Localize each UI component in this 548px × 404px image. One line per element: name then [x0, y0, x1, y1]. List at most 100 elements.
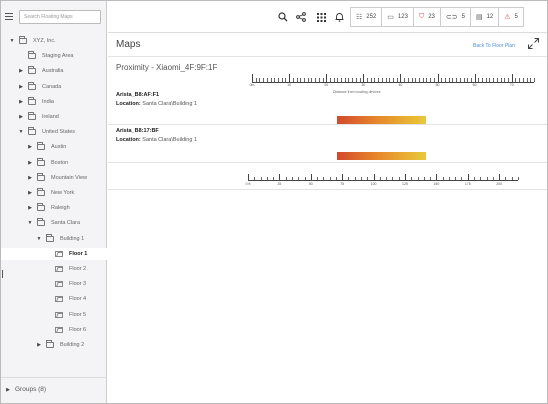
tree-item-folder[interactable]: ▼ XYZ, Inc.: [1, 35, 107, 47]
chevron-down-icon[interactable]: ▼: [36, 236, 42, 242]
tree-item-folder[interactable]: ▶ Australia: [1, 65, 107, 77]
share-icon[interactable]: [296, 12, 306, 22]
tree-item-folder[interactable]: ▼ Building 1: [1, 233, 107, 245]
ruler-minor-tick: [430, 177, 432, 180]
ruler-major-tick: [404, 174, 406, 180]
chevron-right-icon[interactable]: ▶: [27, 144, 33, 150]
tree-item-folder[interactable]: Staging Area: [1, 50, 107, 62]
status-counter[interactable]: ⚠ 5: [499, 8, 523, 26]
tree-item-folder[interactable]: ▶ New York: [1, 187, 107, 199]
tree-item-label: Floor 6: [69, 326, 87, 333]
tree-item-label: Building 2: [60, 342, 85, 348]
tree-item-floor[interactable]: Floor 2: [1, 263, 107, 275]
chevron-right-icon[interactable]: ▶: [27, 190, 33, 196]
ruler-major-tick: [511, 74, 513, 82]
chevron-right-icon[interactable]: ▶: [18, 68, 24, 74]
ruler-minor-tick: [381, 78, 383, 82]
tree-item-floor[interactable]: Floor 3: [1, 278, 107, 290]
search-input[interactable]: Search Floating Maps: [19, 10, 101, 24]
folder-icon: [28, 51, 36, 60]
ruler-minor-tick: [359, 78, 361, 82]
chevron-down-icon[interactable]: ▼: [9, 38, 15, 44]
ruler-tick-label: 50: [435, 83, 440, 87]
groups-section[interactable]: ▶ Groups (8): [1, 377, 107, 401]
search-icon[interactable]: [278, 12, 288, 22]
device-entry: Arista_B8:17:BF Location: Santa Clara\Bu…: [116, 128, 197, 143]
ruler-minor-tick: [444, 78, 446, 82]
tree-item-folder[interactable]: ▶ Ireland: [1, 111, 107, 123]
status-counter[interactable]: ▭ 123: [382, 8, 414, 26]
ruler-minor-tick: [348, 177, 350, 180]
hamburger-menu-icon[interactable]: [5, 13, 13, 21]
tree-item-folder[interactable]: ▶ Boston: [1, 157, 107, 169]
tree-item-label: Austin: [51, 144, 67, 151]
tree-item-folder[interactable]: ▶ Mountain View: [1, 172, 107, 184]
chevron-right-icon[interactable]: ▶: [18, 99, 24, 105]
tree-item-label: Raleigh: [51, 205, 70, 212]
ruler-minor-tick: [285, 78, 287, 82]
tree-item-folder[interactable]: ▶ Raleigh: [1, 202, 107, 214]
ruler-minor-tick: [518, 177, 519, 180]
tree-item-floor[interactable]: Floor 1: [1, 247, 107, 260]
ruler-minor-tick: [348, 78, 350, 82]
main-content: Maps Back To Floor Plan Proximity - Xiao…: [108, 34, 547, 403]
back-to-floor-plan-link[interactable]: Back To Floor Plan: [473, 43, 515, 49]
ruler-minor-tick: [318, 78, 320, 82]
ruler-tick-label: 0 ft: [245, 182, 251, 186]
ruler-minor-tick: [505, 177, 507, 180]
tree-item-folder[interactable]: ▼ United States: [1, 126, 107, 138]
status-counter[interactable]: ▤ 12: [471, 8, 500, 26]
chevron-right-icon[interactable]: ▶: [36, 342, 42, 348]
expand-icon[interactable]: [528, 38, 539, 52]
chevron-right-icon[interactable]: ▶: [27, 160, 33, 166]
tree-item-label: Floor 3: [69, 281, 87, 288]
tree-item-folder[interactable]: ▶ India: [1, 96, 107, 108]
ruler-major-tick: [342, 174, 344, 180]
ruler-minor-tick: [333, 78, 335, 82]
floor-map-icon: [55, 250, 63, 257]
ruler-line: [252, 82, 534, 83]
ruler-minor-tick: [370, 78, 372, 82]
notification-bell-icon[interactable]: [334, 12, 344, 22]
ruler-minor-tick: [385, 78, 387, 82]
status-counter[interactable]: ⊂⊃ 5: [441, 8, 471, 26]
tree-item-folder[interactable]: ▶ Canada: [1, 81, 107, 93]
chevron-right-icon[interactable]: ▶: [27, 175, 33, 181]
status-count: 23: [428, 14, 435, 20]
apps-grid-icon[interactable]: [316, 12, 326, 22]
status-counter[interactable]: ☷ 252: [351, 8, 383, 26]
ruler-minor-tick: [296, 78, 298, 82]
ruler-minor-tick: [508, 78, 510, 82]
tree-item-floor[interactable]: Floor 4: [1, 293, 107, 305]
ruler-minor-tick: [480, 177, 482, 180]
ruler-minor-tick: [379, 177, 381, 180]
ruler-minor-tick: [455, 177, 457, 180]
chevron-down-icon[interactable]: ▼: [18, 129, 24, 135]
ruler-minor-tick: [500, 78, 502, 82]
ruler-minor-tick: [307, 78, 309, 82]
chevron-right-icon[interactable]: ▶: [18, 84, 24, 90]
chevron-right-icon[interactable]: ▶: [27, 205, 33, 211]
tree-item-folder[interactable]: ▶ Building 2: [1, 339, 107, 351]
tree-item-label: Floor 4: [69, 296, 87, 303]
ruler-minor-tick: [367, 177, 369, 180]
ruler-minor-tick: [486, 177, 488, 180]
tree-item-folder[interactable]: ▼ Santa Clara: [1, 217, 107, 229]
tree-item-floor[interactable]: Floor 6: [1, 324, 107, 336]
chevron-right-icon: ▶: [6, 386, 10, 393]
tree-item-floor[interactable]: Floor 5: [1, 309, 107, 321]
tree-item-folder[interactable]: ▶ Austin: [1, 141, 107, 153]
device-name: Arista_B8:17:BF: [116, 128, 159, 134]
ruler-major-tick: [363, 74, 365, 82]
ruler-minor-tick: [254, 177, 256, 180]
device-entry: Arista_B8:AF:F1 Location: Santa Clara\Bu…: [116, 92, 197, 107]
floor-map-icon: [55, 266, 63, 272]
chevron-down-icon[interactable]: ▼: [27, 220, 33, 226]
ruler-minor-tick: [311, 78, 313, 82]
status-counter[interactable]: ⛉ 23: [414, 8, 441, 26]
ruler-minor-tick: [461, 177, 463, 180]
chevron-right-icon[interactable]: ▶: [18, 114, 24, 120]
ruler-minor-tick: [504, 78, 506, 82]
status-count: 123: [397, 14, 408, 20]
ruler-major-tick: [310, 174, 312, 180]
